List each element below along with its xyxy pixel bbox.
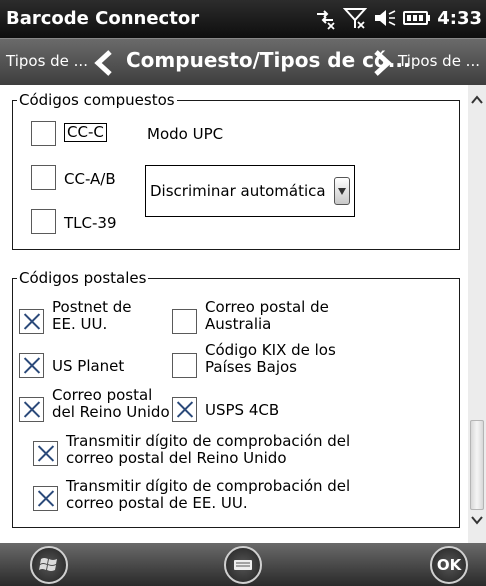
australia-post-checkbox[interactable] [172,309,197,334]
postnet-us-label: Postnet de EE. UU. [52,299,132,333]
us-check-digit-label-line2: correo postal de EE. UU. [66,494,248,512]
composite-codes-group: Códigos compuestos CC-C Modo UPC CC-A/B … [12,91,460,250]
windows-logo-icon [39,558,57,571]
battery-icon [403,11,431,25]
cc-c-label: CC-C [64,123,107,142]
clock: 4:33 [437,7,482,29]
postnet-us-checkbox[interactable] [19,309,44,334]
dropdown-arrow-icon[interactable] [334,177,350,205]
kix-nl-label-line1: Código KIX de los [205,341,336,359]
usps-4cb-checkbox[interactable] [172,397,197,422]
postal-codes-legend: Códigos postales [17,269,149,287]
cc-ab-checkbox[interactable] [31,165,56,190]
kix-nl-label: Código KIX de los Países Bajos [205,342,336,376]
upc-mode-value: Discriminar automáticame [150,182,326,200]
postnet-us-label-line2: EE. UU. [52,315,108,333]
scroll-up-icon[interactable] [470,92,484,108]
australia-post-label-line1: Correo postal de [205,298,329,316]
sync-icon [317,10,335,30]
app-title: Barcode Connector [6,8,200,29]
postal-codes-group: Códigos postales Postnet de EE. UU. Corr… [12,269,460,528]
uk-post-label-line1: Correo postal [52,386,153,404]
nav-prev-link[interactable]: Tipos de ... [6,52,88,70]
tlc-39-label: TLC-39 [64,214,117,232]
content-area: Códigos compuestos CC-C Modo UPC CC-A/B … [0,85,486,543]
upc-mode-dropdown[interactable]: Discriminar automáticame [145,165,355,217]
kix-nl-checkbox[interactable] [172,353,197,378]
chevron-left-icon[interactable] [92,49,116,77]
volume-muted-icon [375,10,396,26]
signal-off-icon [343,8,368,29]
us-check-digit-label-line1: Transmitir dígito de comprobación del [66,477,351,495]
upc-mode-label: Modo UPC [147,125,224,143]
keyboard-icon [234,560,252,570]
composite-codes-legend: Códigos compuestos [17,91,177,109]
scrollbar-thumb[interactable] [470,420,484,510]
uk-check-digit-label: Transmitir dígito de comprobación del co… [66,433,350,467]
page-title: Compuesto/Tipos de có... [126,48,411,72]
status-bar: Barcode Connector 4:33 [0,0,486,38]
start-button[interactable] [30,546,68,584]
us-check-digit-checkbox[interactable] [33,486,58,511]
tlc-39-checkbox[interactable] [31,209,56,234]
status-icons: 4:33 [313,6,482,30]
kix-nl-label-line2: Países Bajos [205,358,297,376]
uk-post-label: Correo postal del Reino Unido [52,387,170,421]
keyboard-button[interactable] [224,546,262,584]
scroll-down-icon[interactable] [470,512,484,528]
australia-post-label: Correo postal de Australia [205,299,329,333]
uk-post-label-line2: del Reino Unido [52,403,170,421]
usps-4cb-label: USPS 4CB [205,401,280,419]
us-planet-label: US Planet [52,357,125,375]
nav-next-link[interactable]: Tipos de ... [398,52,480,70]
uk-check-digit-label-line2: correo postal del Reino Unido [66,449,287,467]
postnet-us-label-line1: Postnet de [52,298,132,316]
us-planet-checkbox[interactable] [19,353,44,378]
us-check-digit-label: Transmitir dígito de comprobación del co… [66,478,350,512]
cc-ab-label: CC-A/B [64,170,116,188]
chevron-right-icon[interactable] [370,49,394,77]
uk-check-digit-checkbox[interactable] [33,441,58,466]
cc-c-checkbox[interactable] [31,121,56,146]
ok-button[interactable]: OK [430,546,468,584]
uk-post-checkbox[interactable] [19,397,44,422]
nav-bar: Tipos de ... Compuesto/Tipos de có... Ti… [0,38,486,85]
uk-check-digit-label-line1: Transmitir dígito de comprobación del [66,432,351,450]
australia-post-label-line2: Australia [205,315,272,333]
